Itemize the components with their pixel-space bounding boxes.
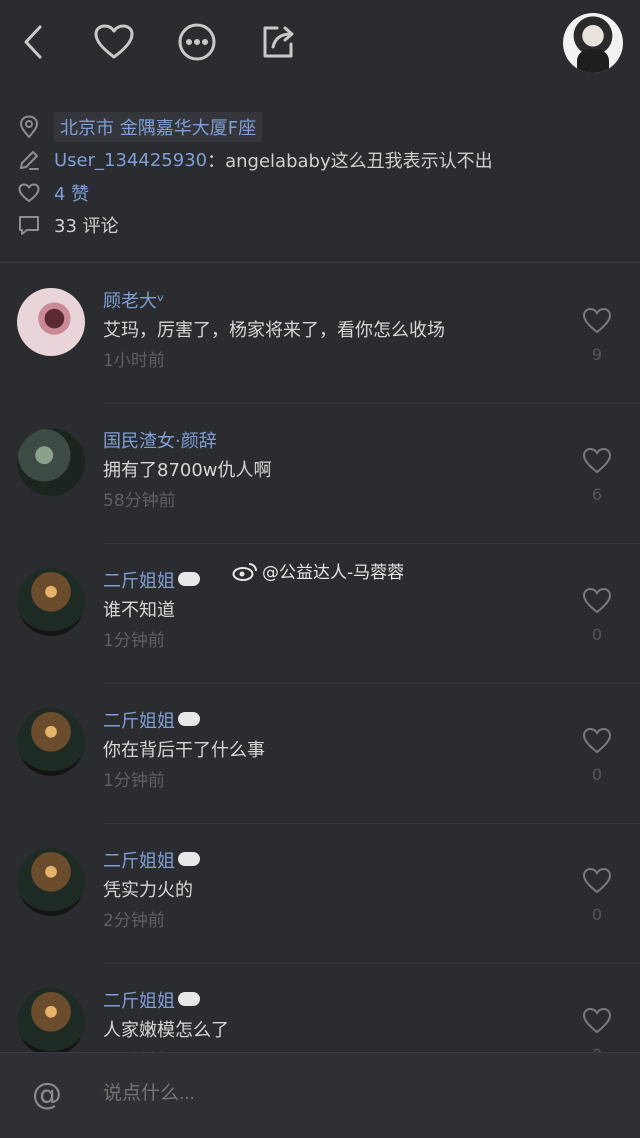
comment-composer: @ [0, 1052, 640, 1138]
commenter-name-text: 二斤姐姐 [103, 571, 175, 592]
share-icon[interactable] [256, 20, 300, 64]
commenter-avatar[interactable] [17, 428, 85, 496]
comment-like-icon[interactable] [582, 1007, 612, 1037]
comment-like-count: 0 [591, 905, 603, 924]
likes-row[interactable]: 4 赞 [16, 178, 89, 208]
comment-item: 二斤姐姐 凭实力火的 2分钟前 0 [0, 823, 640, 963]
comment-like-icon[interactable] [582, 867, 612, 897]
commenter-avatar[interactable] [17, 288, 85, 356]
heart-outline-icon [16, 180, 42, 206]
likes-count[interactable]: 4 赞 [54, 180, 89, 206]
weibo-logo-icon [232, 562, 257, 581]
heart-icon[interactable] [92, 20, 136, 64]
commenter-name[interactable]: 二斤姐姐 [103, 987, 200, 1013]
comment-like-icon[interactable] [582, 727, 612, 757]
cloud-badge-icon [178, 852, 200, 866]
commenter-name[interactable]: 二斤姐姐 [103, 707, 200, 733]
author-avatar[interactable] [563, 13, 623, 73]
weibo-watermark: @公益达人-马蓉蓉 [232, 558, 404, 583]
commenter-avatar[interactable] [17, 848, 85, 916]
comment-item: 国民渣女·颜辞 拥有了8700w仇人啊 58分钟前 6 [0, 403, 640, 543]
commenter-name[interactable]: 顾老大ᵛ [103, 287, 165, 313]
location-pin-icon [16, 114, 42, 140]
colon-separator: ： [207, 151, 226, 172]
comment-time: 58分钟前 [103, 491, 176, 511]
comment-text: 拥有了8700w仇人啊 [103, 460, 272, 481]
author-username[interactable]: User_134425930 [54, 150, 207, 171]
commenter-name[interactable]: 二斤姐姐 [103, 567, 200, 593]
comment-input[interactable] [103, 1083, 603, 1105]
comment-text: 凭实力火的 [103, 880, 193, 901]
commenter-avatar[interactable] [17, 568, 85, 636]
comment-item: 顾老大ᵛ 艾玛，厉害了，杨家将来了，看你怎么收场 1小时前 9 [0, 263, 640, 403]
post-info: 北京市 金隅嘉华大厦F座 User_134425930 ： angelababy… [0, 84, 640, 262]
comment-like-count: 0 [591, 765, 603, 784]
commenter-name[interactable]: 国民渣女·颜辞 [103, 427, 217, 453]
location-label[interactable]: 北京市 金隅嘉华大厦F座 [54, 112, 263, 142]
comment-time: 2分钟前 [103, 911, 165, 931]
mention-at-icon[interactable]: @ [32, 1077, 62, 1112]
commenter-name[interactable]: 二斤姐姐 [103, 847, 200, 873]
cloud-badge-icon [178, 572, 200, 586]
comment-like-icon[interactable] [582, 307, 612, 337]
commenter-avatar[interactable] [17, 708, 85, 776]
back-icon[interactable] [12, 20, 56, 64]
comment-like-icon[interactable] [582, 447, 612, 477]
commenter-avatar[interactable] [17, 988, 85, 1056]
pencil-icon [16, 147, 42, 173]
top-bar [0, 0, 640, 84]
comment-time: 1小时前 [103, 351, 165, 371]
location-row[interactable]: 北京市 金隅嘉华大厦F座 [16, 112, 263, 142]
cloud-badge-icon [178, 992, 200, 1006]
comment-like-count: 9 [591, 345, 603, 364]
comment-time: 1分钟前 [103, 771, 165, 791]
comment-bubble-icon [16, 212, 42, 238]
watermark-text: @公益达人-马蓉蓉 [262, 563, 405, 583]
comment-item: 二斤姐姐 你在背后干了什么事 1分钟前 0 [0, 683, 640, 823]
comments-count: 33 评论 [54, 216, 119, 237]
commenter-name-text: 二斤姐姐 [103, 711, 175, 732]
comment-text: 人家嫩模怎么了 [103, 1020, 229, 1041]
commenter-name-text: 二斤姐姐 [103, 991, 175, 1012]
post-row: User_134425930 ： angelababy这么丑我表示认不出 [16, 145, 493, 175]
comment-text: 谁不知道 [103, 600, 175, 621]
comment-text: 你在背后干了什么事 [103, 740, 265, 761]
comment-text: 艾玛，厉害了，杨家将来了，看你怎么收场 [103, 320, 445, 341]
comments-row: 33 评论 [16, 210, 119, 240]
comment-like-count: 6 [591, 485, 603, 504]
comment-like-icon[interactable] [582, 587, 612, 617]
comment-time: 1分钟前 [103, 631, 165, 651]
more-icon[interactable] [175, 20, 219, 64]
cloud-badge-icon [178, 712, 200, 726]
post-text: angelababy这么丑我表示认不出 [225, 151, 493, 172]
commenter-name-text: 二斤姐姐 [103, 851, 175, 872]
comment-like-count: 0 [591, 625, 603, 644]
